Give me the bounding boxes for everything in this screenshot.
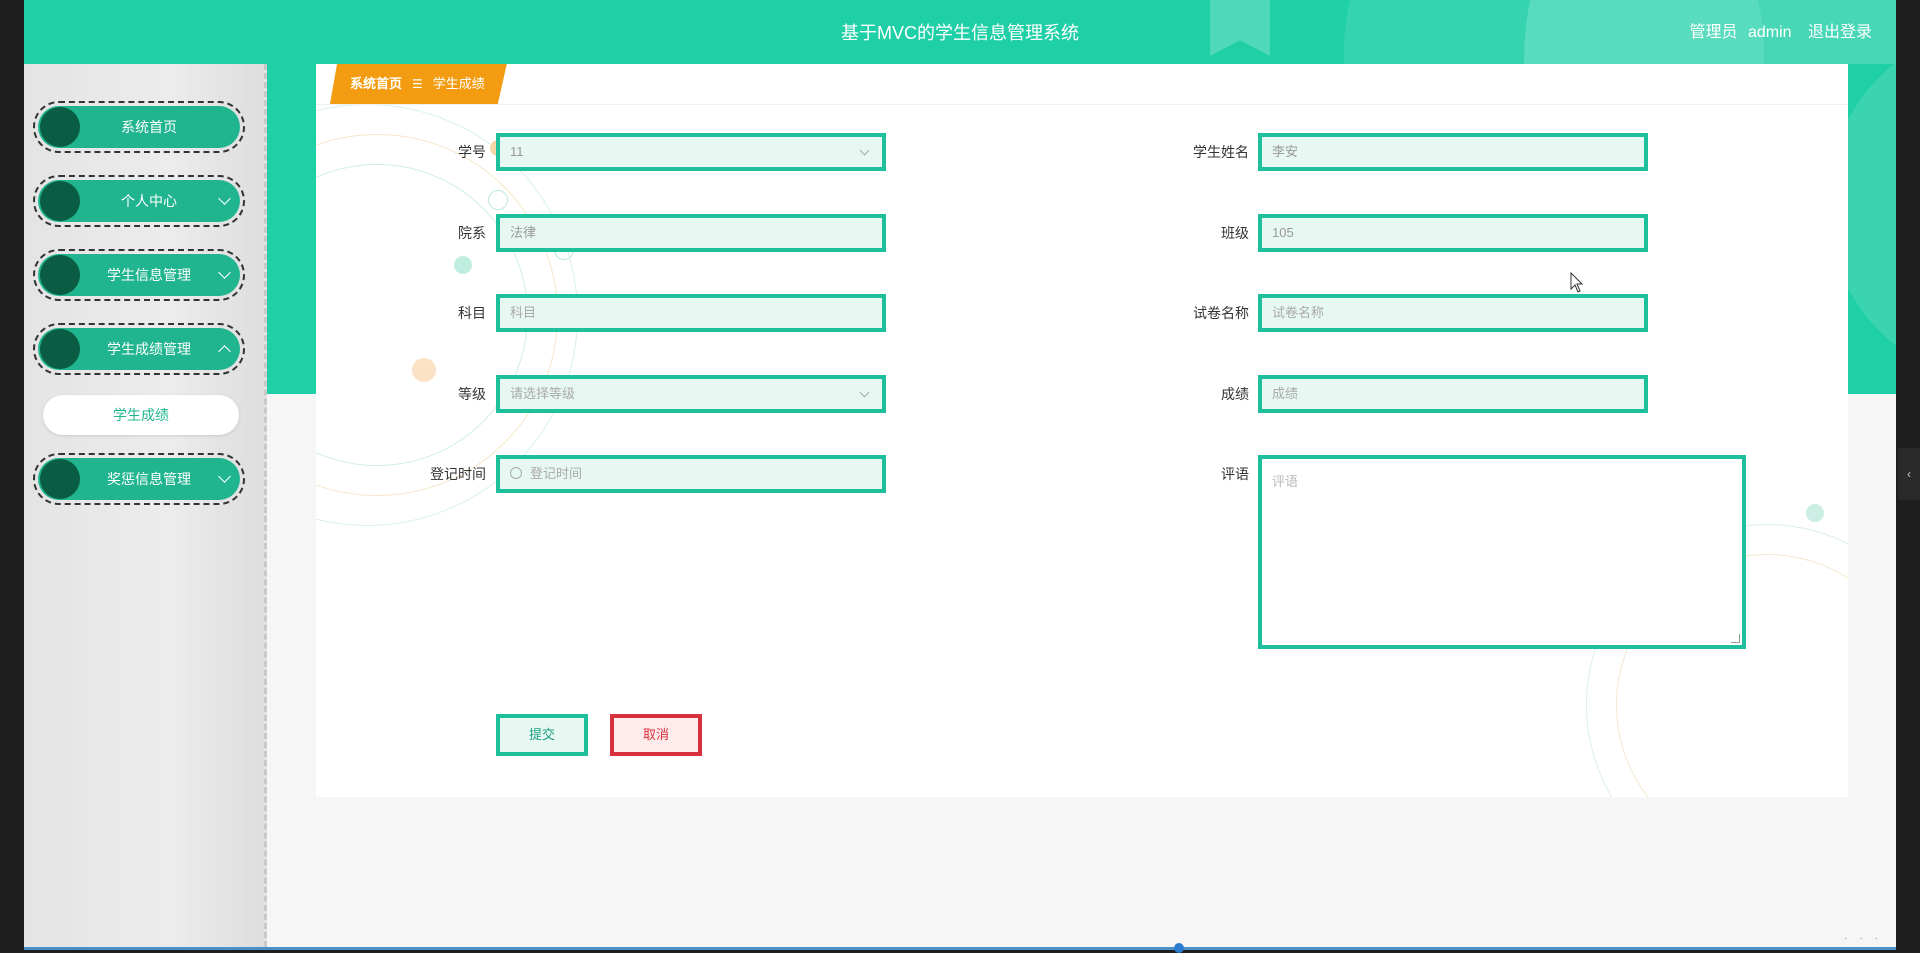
knob-icon [40, 107, 80, 147]
paper-name-input[interactable]: 试卷名称 [1258, 294, 1648, 332]
knob-icon [40, 181, 80, 221]
sidebar-item-personal-center[interactable]: 个人中心 [33, 175, 245, 227]
logout-link[interactable]: 退出登录 [1808, 24, 1872, 41]
class-value: 105 [1272, 225, 1294, 240]
tray-dots: ··· [1844, 933, 1890, 944]
comment-label: 评语 [1221, 466, 1249, 482]
sidebar: 系统首页 个人中心 学生信息管理 学生成绩管理 学生成绩 奖惩信息管理 [24, 64, 267, 947]
department-label: 院系 [458, 225, 486, 241]
sidebar-item-label: 学生信息管理 [107, 267, 191, 283]
top-header: 基于MVC的学生信息管理系统 管理员 admin 退出登录 [24, 0, 1896, 64]
scroll-thumb[interactable] [1174, 943, 1184, 953]
sidebar-item-label: 系统首页 [121, 119, 177, 135]
class-input[interactable]: 105 [1258, 214, 1648, 252]
student-name-label: 学生姓名 [1193, 144, 1249, 160]
system-title: 基于MVC的学生信息管理系统 [841, 23, 1079, 43]
mouse-cursor-icon [1570, 271, 1584, 293]
grade-level-select[interactable]: 请选择等级 [496, 375, 886, 413]
breadcrumb-current: 学生成绩 [432, 76, 485, 91]
register-time-picker[interactable]: 登记时间 [496, 455, 886, 493]
student-name-input[interactable]: 李安 [1258, 133, 1648, 171]
resize-grip-icon[interactable] [1731, 634, 1740, 643]
paper-name-placeholder: 试卷名称 [1272, 305, 1325, 320]
menu-icon: ☰ [412, 77, 423, 91]
username: admin [1747, 24, 1792, 41]
comment-placeholder: 评语 [1272, 474, 1299, 489]
sidebar-item-rewards[interactable]: 奖惩信息管理 [33, 453, 245, 505]
class-label: 班级 [1221, 225, 1249, 241]
breadcrumb-bar: 系统首页 ☰ 学生成绩 [316, 64, 1848, 105]
clock-icon [510, 467, 522, 479]
register-time-placeholder: 登记时间 [530, 466, 583, 481]
knob-icon [40, 329, 80, 369]
sidebar-item-score-management[interactable]: 学生成绩管理 [33, 323, 245, 375]
knob-icon [40, 459, 80, 499]
register-time-label: 登记时间 [430, 466, 486, 482]
department-value: 法律 [510, 225, 537, 240]
student-no-value: 11 [510, 144, 524, 159]
grade-level-label: 等级 [458, 386, 486, 402]
user-role: 管理员 [1689, 24, 1738, 41]
subject-placeholder: 科目 [510, 305, 537, 320]
grade-level-placeholder: 请选择等级 [510, 386, 576, 401]
paper-name-label: 试卷名称 [1193, 305, 1249, 321]
subject-label: 科目 [458, 305, 486, 321]
sidebar-item-label: 个人中心 [121, 193, 177, 209]
chevron-left-icon[interactable]: ‹ [1898, 448, 1920, 500]
cancel-button[interactable]: 取消 [610, 714, 702, 756]
comment-textarea[interactable]: 评语 [1258, 455, 1746, 649]
chevron-down-icon [859, 145, 870, 156]
sidebar-item-label: 奖惩信息管理 [107, 471, 191, 487]
department-input[interactable]: 法律 [496, 214, 886, 252]
form-panel: 系统首页 ☰ 学生成绩 学号 11 院系 法律 科目 科目 等级 请选择等级 登记时… [316, 64, 1848, 797]
app-window: 基于MVC的学生信息管理系统 管理员 admin 退出登录 系统首页 个人中心 … [24, 0, 1896, 947]
submit-button[interactable]: 提交 [496, 714, 588, 756]
sidebar-item-student-info[interactable]: 学生信息管理 [33, 249, 245, 301]
sidebar-item-home[interactable]: 系统首页 [33, 101, 245, 153]
student-name-value: 李安 [1272, 144, 1299, 159]
breadcrumb-home[interactable]: 系统首页 [350, 76, 402, 91]
submenu-item-student-score[interactable]: 学生成绩 [43, 395, 239, 435]
chevron-down-icon [859, 387, 870, 398]
user-area: 管理员 admin 退出登录 [1677, 0, 1872, 64]
score-placeholder: 成绩 [1272, 386, 1299, 401]
score-input[interactable]: 成绩 [1258, 375, 1648, 413]
breadcrumb: 系统首页 ☰ 学生成绩 [330, 64, 507, 104]
score-label: 成绩 [1221, 386, 1249, 402]
subject-input[interactable]: 科目 [496, 294, 886, 332]
knob-icon [40, 255, 80, 295]
student-no-select[interactable]: 11 [496, 133, 886, 171]
student-no-label: 学号 [458, 144, 486, 160]
sidebar-item-label: 学生成绩管理 [107, 341, 191, 357]
